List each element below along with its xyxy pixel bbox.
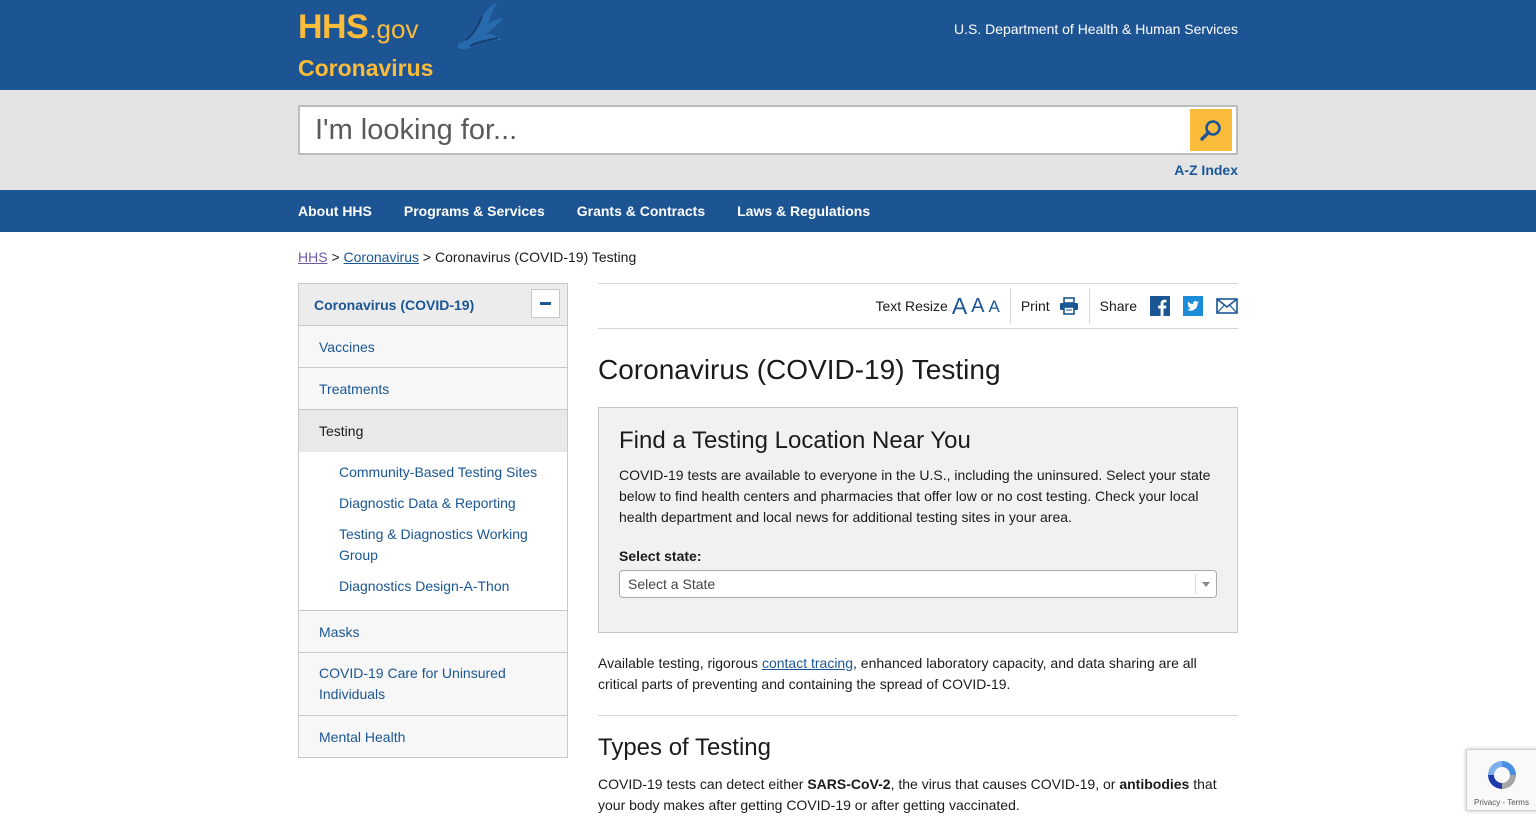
- email-icon[interactable]: [1216, 298, 1238, 314]
- sidebar-heading[interactable]: Coronavirus (COVID-19): [299, 284, 567, 326]
- text-resize-group: Text Resize A A A: [865, 288, 1009, 324]
- search-input[interactable]: [300, 107, 1180, 153]
- az-index-link[interactable]: A-Z Index: [1174, 162, 1238, 178]
- sidebar-subitems: Community-Based Testing Sites Diagnostic…: [299, 452, 567, 611]
- sidebar-item-mental-health[interactable]: Mental Health: [299, 716, 567, 758]
- hhs-logo[interactable]: HHS .gov: [298, 2, 504, 50]
- search-button[interactable]: [1190, 109, 1232, 151]
- site-name[interactable]: Coronavirus: [298, 55, 433, 82]
- locator-description: COVID-19 tests are available to everyone…: [619, 467, 1211, 525]
- sidebar-item-masks[interactable]: Masks: [299, 611, 567, 653]
- text-resize-large[interactable]: A: [952, 294, 967, 318]
- collapse-button[interactable]: [531, 289, 560, 318]
- sidebar-item-testing[interactable]: Testing: [299, 410, 567, 452]
- minus-icon: [540, 302, 551, 305]
- share-group: Share: [1088, 288, 1238, 324]
- breadcrumb-hhs[interactable]: HHS: [298, 249, 328, 265]
- recaptcha-badge[interactable]: Privacy - Terms: [1466, 749, 1536, 811]
- sidebar-subitem-diagnostic-data[interactable]: Diagnostic Data & Reporting: [299, 488, 567, 519]
- sidebar-item-uninsured-care[interactable]: COVID-19 Care for Uninsured Individuals: [299, 653, 567, 716]
- recaptcha-links[interactable]: Privacy - Terms: [1474, 798, 1529, 807]
- sidebar-item-treatments[interactable]: Treatments: [299, 368, 567, 410]
- breadcrumb-current: Coronavirus (COVID-19) Testing: [434, 249, 637, 265]
- intro-paragraph: Available testing, rigorous contact trac…: [598, 655, 1197, 692]
- locator-heading: Find a Testing Location Near You: [619, 427, 971, 454]
- sidebar-subitem-community-testing[interactable]: Community-Based Testing Sites: [299, 457, 567, 488]
- nav-programs-services[interactable]: Programs & Services: [404, 203, 545, 219]
- search-icon: [1200, 120, 1221, 141]
- contact-tracing-link[interactable]: contact tracing: [762, 655, 853, 671]
- print-button[interactable]: Print: [1009, 288, 1089, 324]
- breadcrumb-separator: >: [422, 249, 432, 265]
- text-resize-medium[interactable]: A: [971, 296, 984, 316]
- sidebar-subitem-working-group[interactable]: Testing & Diagnostics Working Group: [299, 519, 567, 571]
- search-band: A-Z Index: [0, 90, 1536, 190]
- breadcrumb-separator: >: [331, 249, 340, 265]
- site-header: HHS .gov Coronavirus U.S. Department of H…: [0, 0, 1536, 90]
- facebook-icon[interactable]: [1150, 296, 1170, 316]
- breadcrumb: HHS > Coronavirus > Coronavirus (COVID-1…: [298, 249, 636, 265]
- search-box: [298, 105, 1238, 155]
- print-icon: [1059, 297, 1079, 315]
- state-select[interactable]: Select a State: [619, 570, 1217, 598]
- nav-about-hhs[interactable]: About HHS: [298, 203, 372, 219]
- page-title: Coronavirus (COVID-19) Testing: [598, 354, 1001, 385]
- department-name[interactable]: U.S. Department of Health & Human Servic…: [954, 21, 1238, 37]
- divider: [598, 715, 1238, 716]
- chevron-down-icon: [1202, 582, 1210, 587]
- twitter-icon[interactable]: [1183, 296, 1203, 316]
- sidebar-subitem-design-a-thon[interactable]: Diagnostics Design-A-Thon: [299, 571, 567, 602]
- recaptcha-icon: [1488, 761, 1516, 789]
- main-content: Text Resize A A A Print Share Coronaviru…: [598, 283, 1238, 816]
- testing-locator: Find a Testing Location Near You COVID-1…: [598, 407, 1238, 633]
- page-toolbar: Text Resize A A A Print Share: [598, 283, 1238, 329]
- main-nav: About HHS Programs & Services Grants & C…: [0, 190, 1536, 232]
- text-resize-small[interactable]: A: [989, 298, 1000, 315]
- nav-grants-contracts[interactable]: Grants & Contracts: [577, 203, 705, 219]
- share-label: Share: [1099, 298, 1137, 314]
- breadcrumb-coronavirus[interactable]: Coronavirus: [344, 249, 419, 265]
- types-paragraph: COVID-19 tests can detect either SARS-Co…: [598, 776, 1217, 813]
- text-resize-label: Text Resize: [875, 298, 948, 314]
- nav-laws-regulations[interactable]: Laws & Regulations: [737, 203, 870, 219]
- eagle-icon: [458, 2, 504, 50]
- sidebar: Coronavirus (COVID-19) Vaccines Treatmen…: [298, 283, 568, 758]
- sidebar-item-vaccines[interactable]: Vaccines: [299, 326, 567, 368]
- select-state-label: Select state:: [619, 548, 702, 564]
- types-heading: Types of Testing: [598, 734, 771, 761]
